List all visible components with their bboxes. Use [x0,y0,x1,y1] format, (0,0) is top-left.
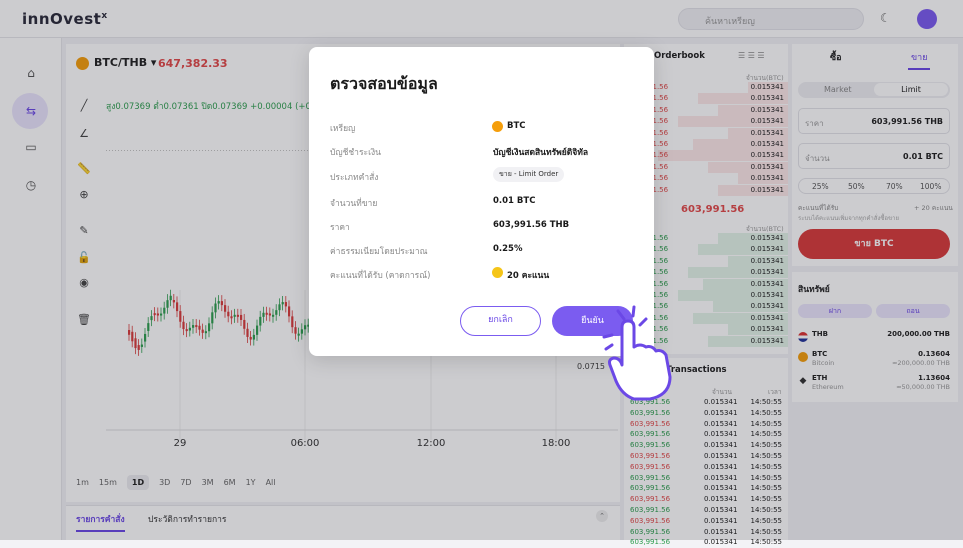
modal-row-points: คะแนนที่ได้รับ (คาดการณ์) 20 คะแนน [330,266,630,284]
cancel-button[interactable]: ยกเลิก [460,306,541,336]
row-value: 20 คะแนน [507,271,550,281]
row-value: BTC [507,121,526,131]
modal-row-price: ราคา 603,991.56 THB [330,218,630,236]
row-key: บัญชีชำระเงิน [330,148,381,158]
row-value: บัญชีเงินสดสินทรัพย์ดิจิทัล [493,148,589,158]
row-value: 0.01 BTC [493,196,536,206]
modal-row-account: บัญชีชำระเงิน บัญชีเงินสดสินทรัพย์ดิจิทัล [330,143,630,161]
modal-row-order-type: ประเภทคำสั่ง [330,168,630,186]
order-type-badge: ขาย - Limit Order [493,167,565,182]
point-coin-icon [492,267,503,278]
pointer-hand-icon [602,305,672,401]
btc-coin-icon [492,121,503,132]
row-key: คะแนนที่ได้รับ (คาดการณ์) [330,271,431,281]
row-key: ประเภทคำสั่ง [330,173,379,183]
row-key: เหรียญ [330,124,356,134]
row-key: ราคา [330,223,350,233]
row-key: จำนวนที่ขาย [330,199,378,209]
row-value: 603,991.56 THB [493,220,570,230]
row-key: ค่าธรรมเนียมโดยประมาณ [330,247,428,257]
modal-title: ตรวจสอบข้อมูล [330,74,438,93]
modal-row-coin: เหรียญ BTC [330,119,630,137]
row-value: 0.25% [493,244,523,254]
modal-row-qty: จำนวนที่ขาย 0.01 BTC [330,194,630,212]
modal-row-fee: ค่าธรรมเนียมโดยประมาณ 0.25% [330,242,630,260]
